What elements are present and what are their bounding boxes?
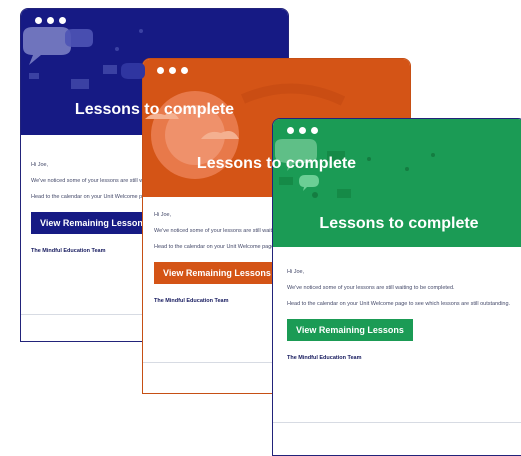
window-dot	[169, 67, 176, 74]
window-dot	[157, 67, 164, 74]
view-remaining-lessons-button[interactable]: View Remaining Lessons	[154, 262, 280, 285]
window-dot	[35, 17, 42, 24]
greeting: Hi Joe,	[287, 269, 305, 275]
view-remaining-lessons-button[interactable]: View Remaining Lessons	[31, 212, 157, 235]
signature: The Mindful Education Team	[287, 355, 362, 362]
window-dot	[287, 127, 294, 134]
hero-title: Lessons to complete	[74, 101, 235, 118]
footer-divider	[273, 422, 521, 423]
window-controls	[35, 17, 66, 24]
window-dot	[311, 127, 318, 134]
window-controls	[287, 127, 318, 134]
window-dot	[181, 67, 188, 74]
message-line: We've noticed some of your lessons are s…	[287, 284, 455, 291]
window-dot	[59, 17, 66, 24]
message-line: Head to the calendar on your Unit Welcom…	[287, 300, 511, 307]
window-dot	[299, 127, 306, 134]
view-remaining-lessons-button[interactable]: View Remaining Lessons	[287, 319, 413, 342]
window-controls	[157, 67, 188, 74]
hero-banner: Lessons to complete	[273, 119, 521, 247]
hero-title: Lessons to complete	[319, 215, 479, 232]
email-body: Hi Joe, We've noticed some of your lesso…	[273, 247, 521, 361]
hero-title: Lessons to complete	[196, 155, 357, 172]
window-dot	[47, 17, 54, 24]
